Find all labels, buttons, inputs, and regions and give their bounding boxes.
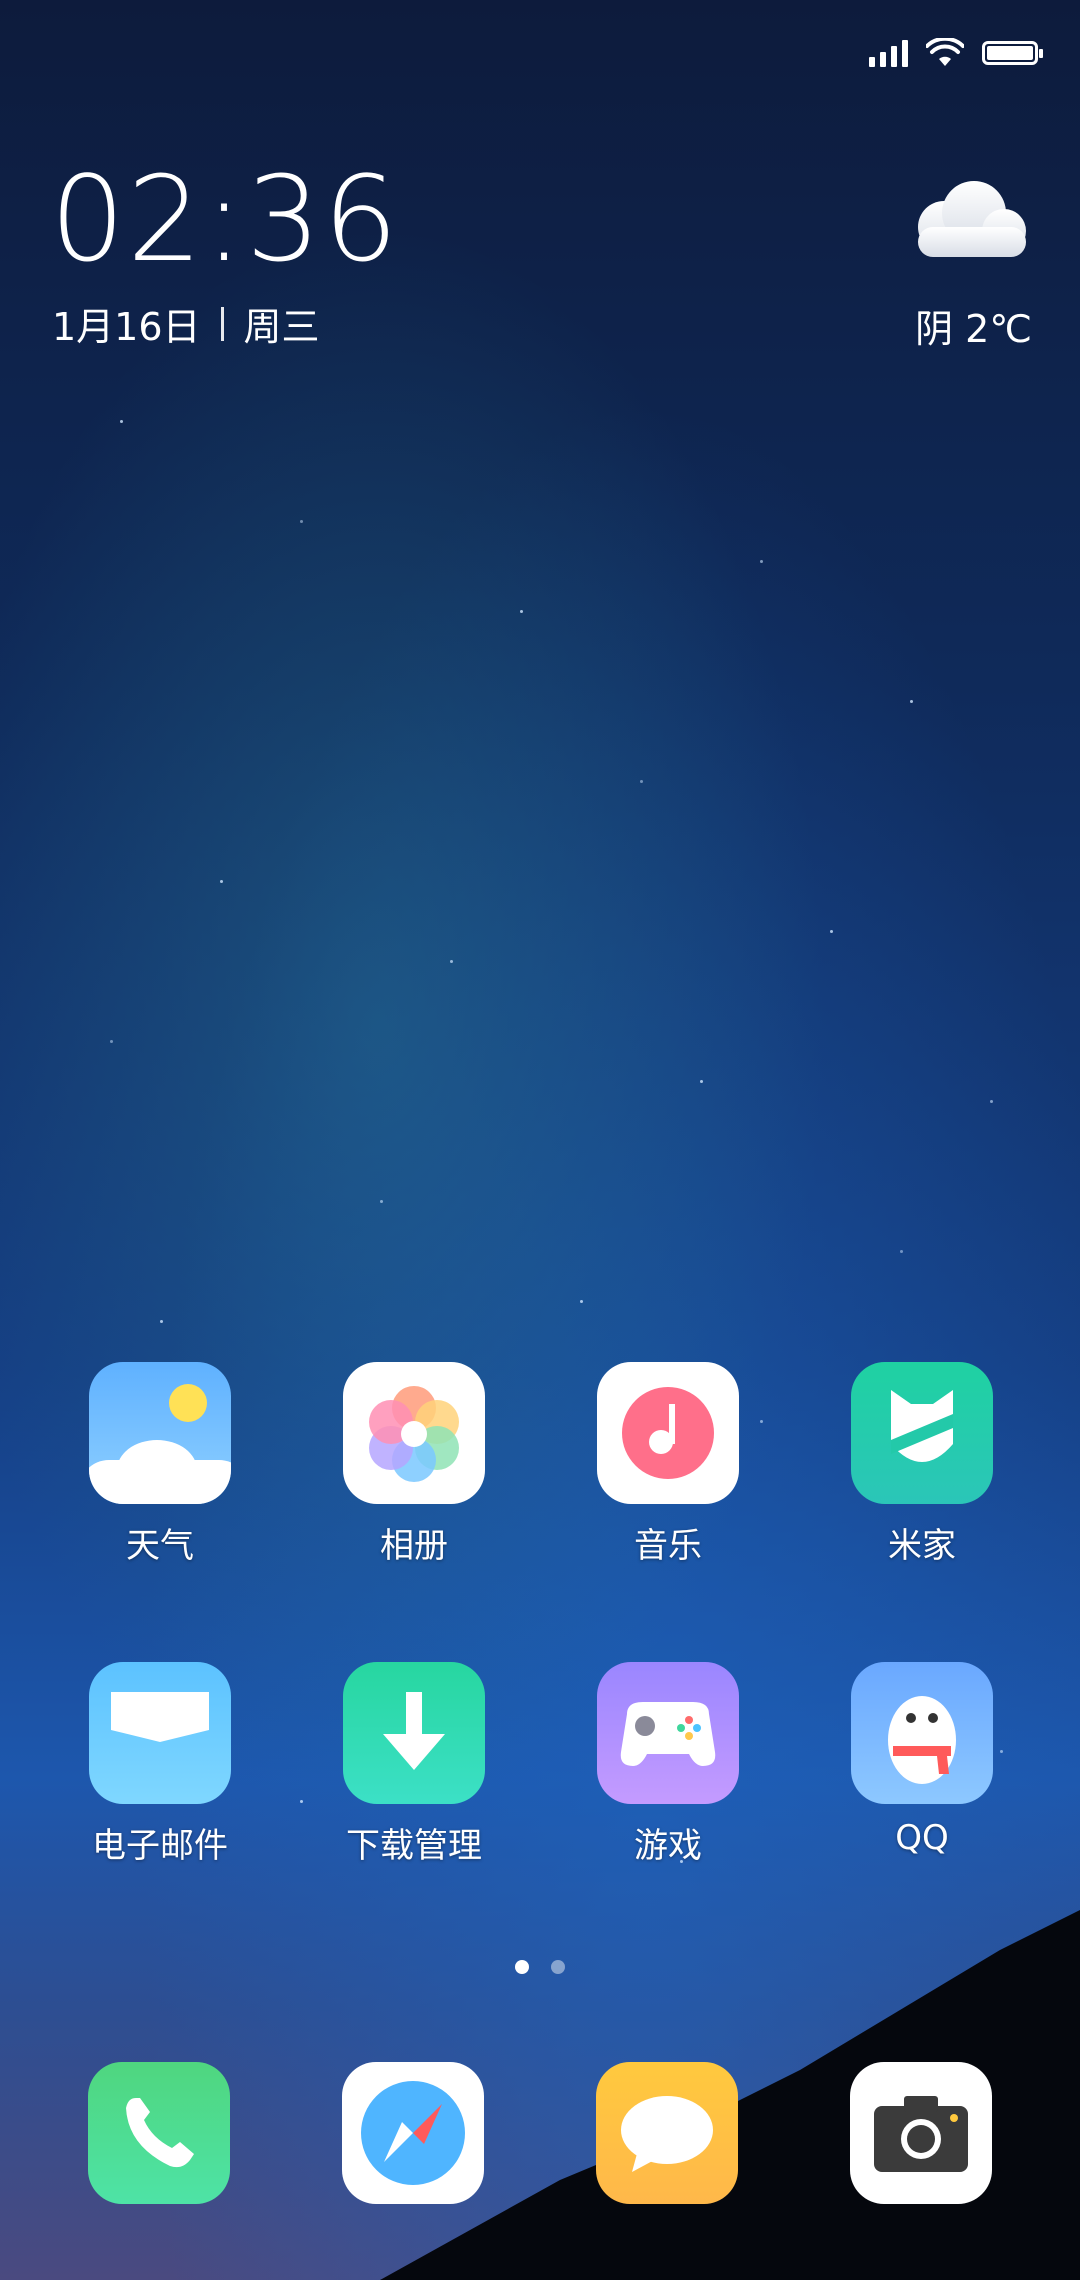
date-separator: [220, 306, 224, 341]
messages-icon[interactable]: [596, 2062, 738, 2204]
hill-silhouette: [380, 1910, 1080, 2280]
app-downloads[interactable]: 下载管理: [304, 1662, 524, 1867]
mijia-app-icon: [851, 1362, 993, 1504]
qq-app-icon: [851, 1662, 993, 1804]
cloud-icon[interactable]: [902, 175, 1032, 265]
browser-compass-icon[interactable]: [342, 2062, 484, 2204]
app-weather[interactable]: 天气: [50, 1362, 270, 1567]
music-app-icon: [597, 1362, 739, 1504]
downloads-app-icon: [343, 1662, 485, 1804]
app-label: 米家: [888, 1526, 956, 1566]
games-app-icon: [597, 1662, 739, 1804]
app-label: 电子邮件: [92, 1826, 228, 1866]
app-mijia[interactable]: 米家: [812, 1362, 1032, 1567]
camera-icon[interactable]: [850, 2062, 992, 2204]
app-label: 音乐: [634, 1526, 702, 1566]
weather-app-icon: [89, 1362, 231, 1504]
gallery-app-icon: [343, 1362, 485, 1504]
wifi-icon: [926, 38, 964, 66]
battery-icon: [982, 41, 1043, 65]
app-label: 相册: [380, 1526, 448, 1566]
app-games[interactable]: 游戏: [558, 1662, 778, 1867]
status-bar: [869, 38, 1043, 68]
phone-icon[interactable]: [88, 2062, 230, 2204]
weather-text[interactable]: 阴 2℃: [915, 298, 1032, 353]
clock-date[interactable]: 1月16日 周三: [52, 296, 320, 351]
signal-icon: [869, 39, 908, 67]
email-app-icon: [89, 1662, 231, 1804]
clock-time[interactable]: 02:36: [50, 160, 400, 278]
weekday-label: 周三: [243, 305, 320, 349]
app-music[interactable]: 音乐: [558, 1362, 778, 1567]
app-gallery[interactable]: 相册: [304, 1362, 524, 1567]
app-label: 天气: [126, 1526, 194, 1566]
date-label: 1月16日: [52, 305, 201, 349]
app-email[interactable]: 电子邮件: [50, 1662, 270, 1867]
app-qq[interactable]: QQ: [812, 1662, 1032, 1858]
